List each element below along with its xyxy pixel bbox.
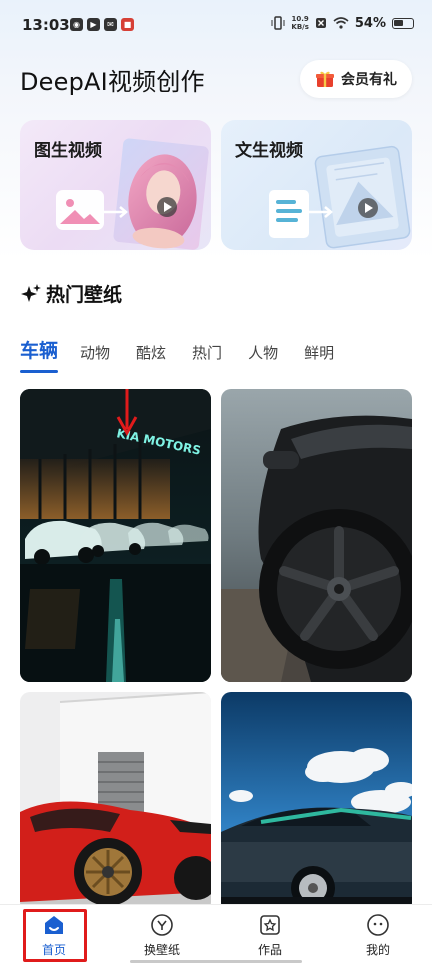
works-star-icon <box>260 915 280 935</box>
app-title: DeepAI视频创作 <box>20 68 205 96</box>
wallpaper-image <box>20 692 211 912</box>
battery-icon <box>392 17 414 29</box>
sim-off-icon <box>315 18 326 28</box>
nav-works[interactable]: 作品 <box>216 905 324 964</box>
network-speed: 10.9 KB/s <box>291 15 308 31</box>
image-to-video-card[interactable]: 图生视频 <box>20 120 211 250</box>
nav-works-label: 作品 <box>257 943 282 957</box>
wallpaper-swap-icon <box>151 914 173 936</box>
category-tabs: 车辆 动物 酷炫 热门 人物 鲜明 <box>20 336 360 373</box>
profile-face-icon <box>367 914 389 936</box>
wallpaper-image <box>221 692 412 912</box>
news-notification-icon: ■ <box>121 18 134 31</box>
status-bar: 13:03 ◉ ▶ ✉ ■ 10.9 KB/s 54% <box>0 0 432 50</box>
nav-mine-label: 我的 <box>365 943 390 957</box>
member-gift-button[interactable]: 会员有礼 <box>300 60 412 98</box>
tab-popular[interactable]: 热门 <box>192 342 222 373</box>
status-app-icons: ◉ ▶ ✉ ■ <box>70 18 134 31</box>
play-notification-icon: ▶ <box>87 18 100 31</box>
vibrate-icon <box>271 16 285 30</box>
network-speed-unit: KB/s <box>291 23 309 31</box>
gift-icon <box>316 71 334 87</box>
wallpaper-card[interactable] <box>221 692 412 912</box>
wallpaper-card[interactable] <box>20 692 211 912</box>
member-gift-label: 会员有礼 <box>341 72 397 88</box>
nav-change-wallpaper-label: 换壁纸 <box>143 943 180 957</box>
wallpaper-card[interactable]: KIA MOTORS <box>20 389 211 682</box>
wifi-icon <box>333 17 349 29</box>
image-to-video-illustration <box>56 138 209 250</box>
app-notification-icon: ◉ <box>70 18 83 31</box>
sparkle-icon <box>21 283 41 302</box>
tab-vivid[interactable]: 鲜明 <box>304 342 334 373</box>
gesture-home-indicator <box>130 960 302 963</box>
wallpaper-image: KIA MOTORS <box>20 389 211 682</box>
wallpaper-image <box>221 389 412 682</box>
hot-wallpapers-heading: 热门壁纸 <box>20 280 122 307</box>
tab-vehicles[interactable]: 车辆 <box>20 336 59 373</box>
network-speed-value: 10.9 <box>291 15 309 23</box>
tab-people[interactable]: 人物 <box>248 342 278 373</box>
wallpaper-card[interactable] <box>221 389 412 682</box>
status-time: 13:03 <box>22 16 70 34</box>
tab-animals[interactable]: 动物 <box>80 342 110 373</box>
text-to-video-illustration <box>269 145 411 249</box>
nav-mine[interactable]: 我的 <box>324 905 432 964</box>
status-right: 10.9 KB/s 54% <box>271 15 414 31</box>
tab-cool[interactable]: 酷炫 <box>136 342 166 373</box>
hot-wallpapers-title: 热门壁纸 <box>46 284 123 306</box>
text-to-video-card[interactable]: 文生视频 <box>221 120 412 250</box>
mail-notification-icon: ✉ <box>104 18 117 31</box>
nav-change-wallpaper[interactable]: 换壁纸 <box>108 905 216 964</box>
battery-percent: 54% <box>354 15 386 31</box>
red-highlight-box <box>23 909 87 962</box>
